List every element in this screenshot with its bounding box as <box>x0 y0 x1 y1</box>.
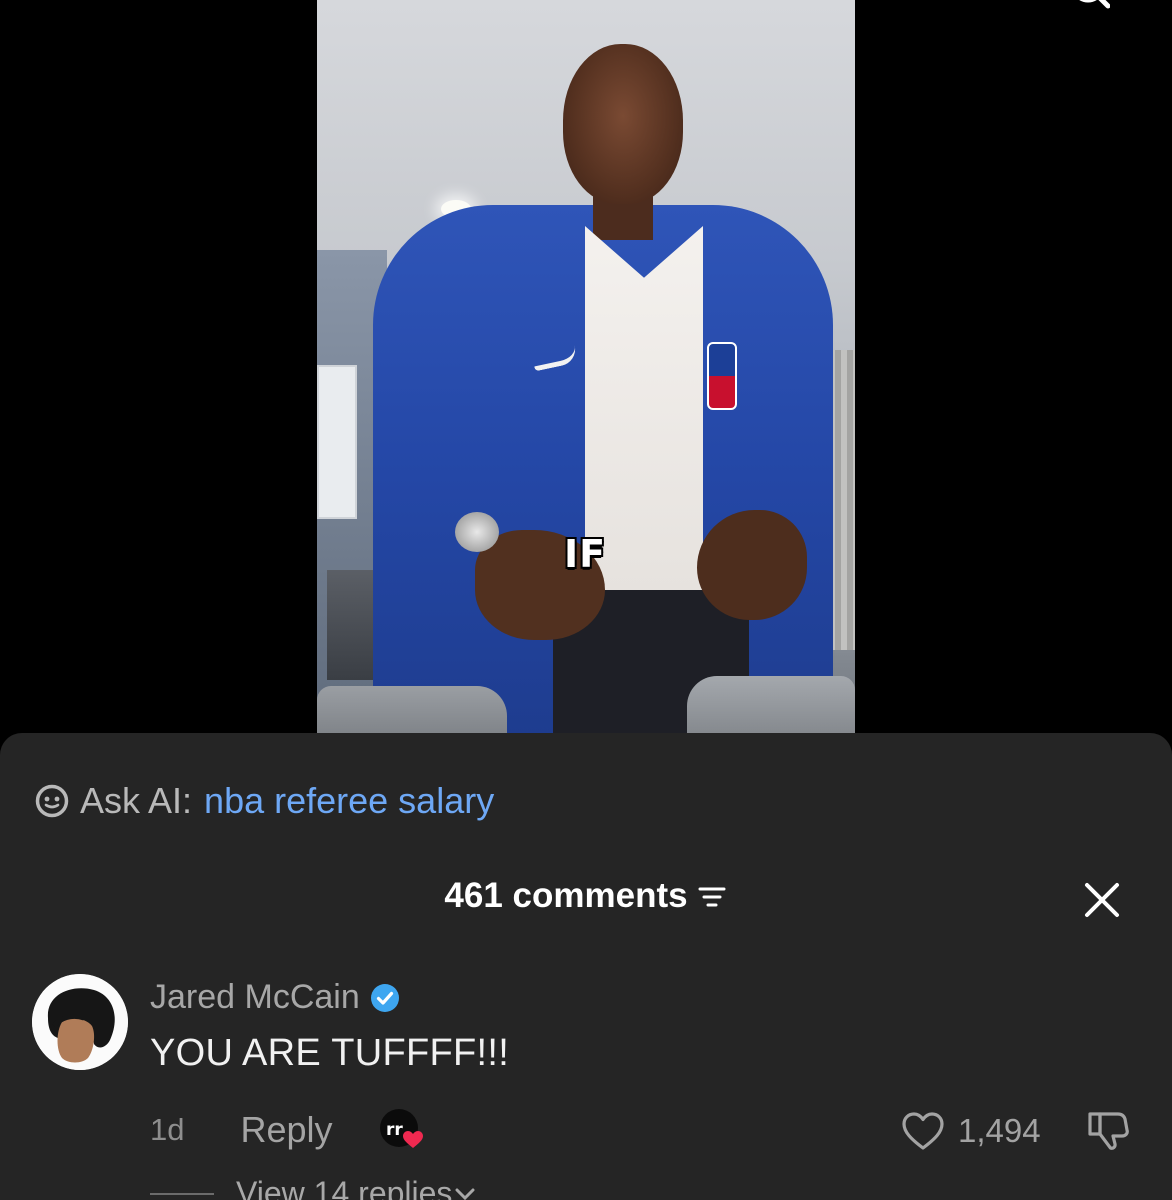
ask-ai-suggestion[interactable]: Ask AI: nba referee salary <box>34 778 494 824</box>
video-player[interactable]: IF <box>317 0 855 734</box>
view-replies-label[interactable]: View 14 replies <box>236 1175 452 1200</box>
ai-face-icon <box>35 784 69 818</box>
like-button[interactable]: 1,494 <box>900 1110 1041 1152</box>
comment-item: Jared McCain YOU ARE TUFFFF!!! 1d Reply … <box>0 970 1172 1200</box>
league-logo <box>707 342 737 410</box>
chevron-down-icon <box>455 1188 475 1200</box>
sort-icon[interactable] <box>696 880 728 912</box>
view-replies-button[interactable]: View 14 replies <box>150 1175 478 1200</box>
author-name[interactable]: Jared McCain <box>150 978 360 1017</box>
reply-button[interactable]: Reply <box>240 1109 332 1151</box>
verified-icon <box>370 983 399 1012</box>
comments-count: 461 comments <box>444 876 688 915</box>
comment-author[interactable]: Jared McCain <box>150 978 400 1017</box>
chair <box>687 676 855 734</box>
watch <box>455 512 499 552</box>
close-icon[interactable] <box>1082 880 1122 920</box>
search-icon[interactable] <box>1070 0 1110 12</box>
avatar[interactable] <box>32 974 128 1070</box>
divider <box>150 1192 214 1195</box>
screen: IF Ask AI: nba referee salary 461 commen… <box>0 0 1172 1200</box>
video-caption: IF <box>564 532 607 576</box>
heart-icon[interactable] <box>900 1110 946 1152</box>
like-count: 1,494 <box>958 1112 1041 1149</box>
ask-ai-label: Ask AI: <box>80 780 193 821</box>
comment-time: 1d <box>150 1112 185 1147</box>
dislike-icon[interactable] <box>1084 1108 1130 1152</box>
creator-liked-icon: rr <box>379 1109 423 1148</box>
ask-ai-query[interactable]: nba referee salary <box>204 780 494 822</box>
person <box>317 0 855 734</box>
comment-text: YOU ARE TUFFFF!!! <box>150 1032 510 1074</box>
avatar-image <box>32 974 128 1070</box>
chair <box>317 686 507 734</box>
svg-text:rr: rr <box>386 1120 403 1140</box>
comments-header: 461 comments <box>0 876 1172 916</box>
head <box>563 44 683 204</box>
comment-actions: 1d Reply rr 1,494 <box>150 1108 1150 1152</box>
hand <box>697 510 807 620</box>
